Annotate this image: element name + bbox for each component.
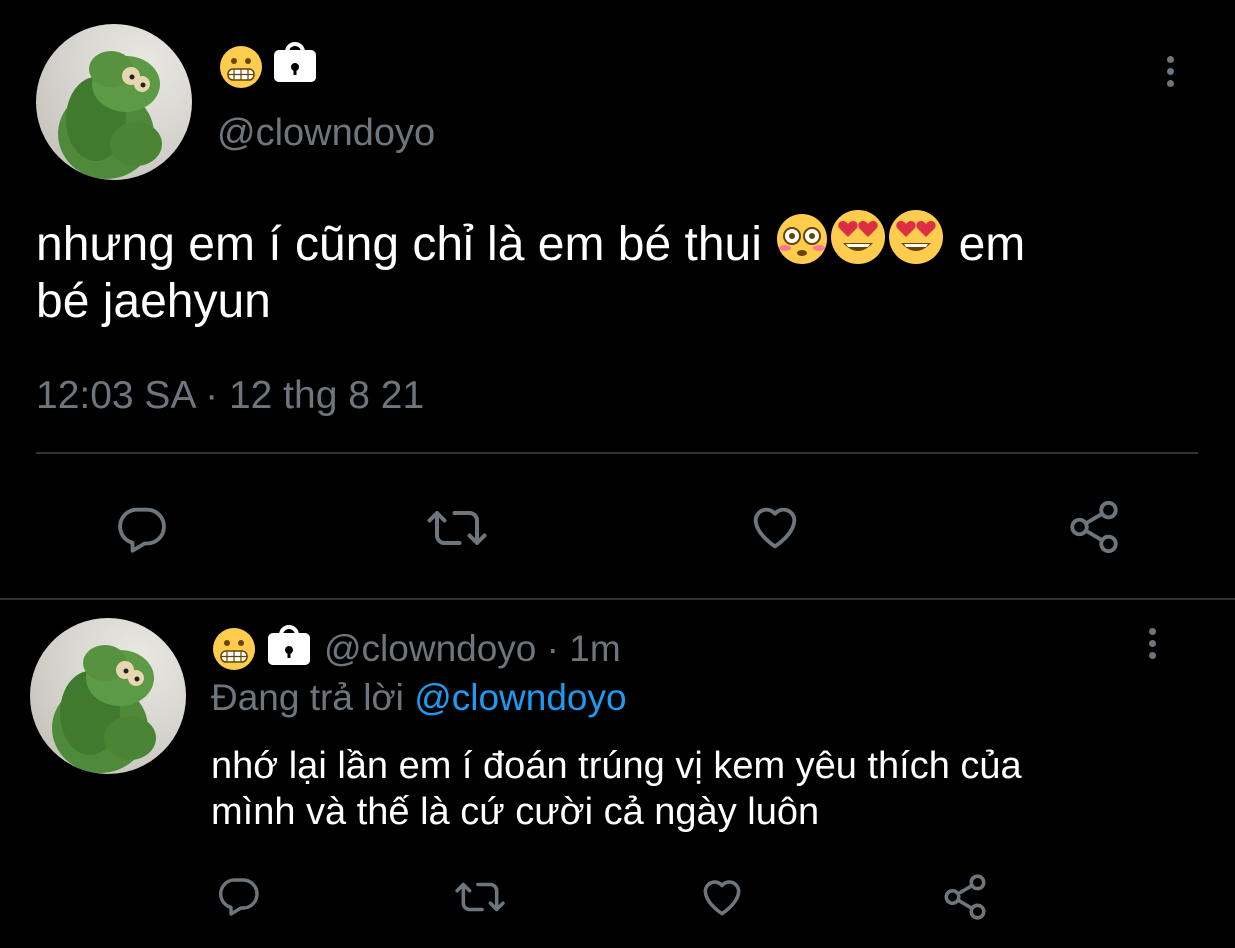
heart-eyes-icon: [887, 208, 945, 281]
reply-avatar[interactable]: [30, 618, 186, 774]
replying-to: Đang trả lời @clowndoyo: [211, 677, 627, 719]
avatar[interactable]: [36, 24, 192, 180]
heart-eyes-icon: [829, 208, 887, 281]
replying-to-link[interactable]: @clowndoyo: [414, 677, 626, 718]
reply-user-handle[interactable]: @clowndoyo: [324, 628, 536, 669]
tweet-text: nhưng em í cũng chỉ là em bé thui em: [36, 208, 1025, 281]
tweet-text-line1-end: em: [958, 218, 1026, 271]
reply-icon[interactable]: [214, 872, 262, 920]
user-handle[interactable]: @clowndoyo: [217, 112, 435, 155]
tweet-text-line1: nhưng em í cũng chỉ là em bé thui: [36, 218, 762, 271]
share-icon[interactable]: [940, 872, 990, 922]
lock-icon: [274, 42, 316, 82]
reply-time: · 1m: [546, 628, 621, 669]
section-divider: [0, 598, 1235, 600]
grimacing-face-icon: [218, 44, 264, 90]
reply-header: @clowndoyo · 1m: [324, 628, 621, 670]
retweet-icon[interactable]: [424, 498, 490, 558]
tweet-timestamp[interactable]: 12:03 SA · 12 thg 8 21: [36, 374, 424, 418]
reply-more-options-icon[interactable]: [1149, 628, 1156, 664]
retweet-icon[interactable]: [452, 872, 508, 922]
tweet-text-line2: bé jaehyun: [36, 275, 271, 328]
like-icon[interactable]: [745, 498, 805, 556]
like-icon[interactable]: [696, 872, 748, 922]
lock-icon: [268, 625, 310, 665]
replying-label: Đang trả lời: [211, 677, 404, 718]
share-icon[interactable]: [1064, 498, 1124, 556]
more-options-icon[interactable]: [1167, 56, 1174, 92]
reply-text-line1: nhớ lại lần em í đoán trúng vị kem yêu t…: [211, 745, 1022, 787]
divider: [36, 452, 1198, 454]
reply-icon[interactable]: [112, 500, 170, 558]
reply-text-line2: mình và thế là cứ cười cả ngày luôn: [211, 791, 820, 833]
grimacing-face-icon: [211, 626, 257, 672]
flushed-face-icon: [775, 212, 829, 281]
